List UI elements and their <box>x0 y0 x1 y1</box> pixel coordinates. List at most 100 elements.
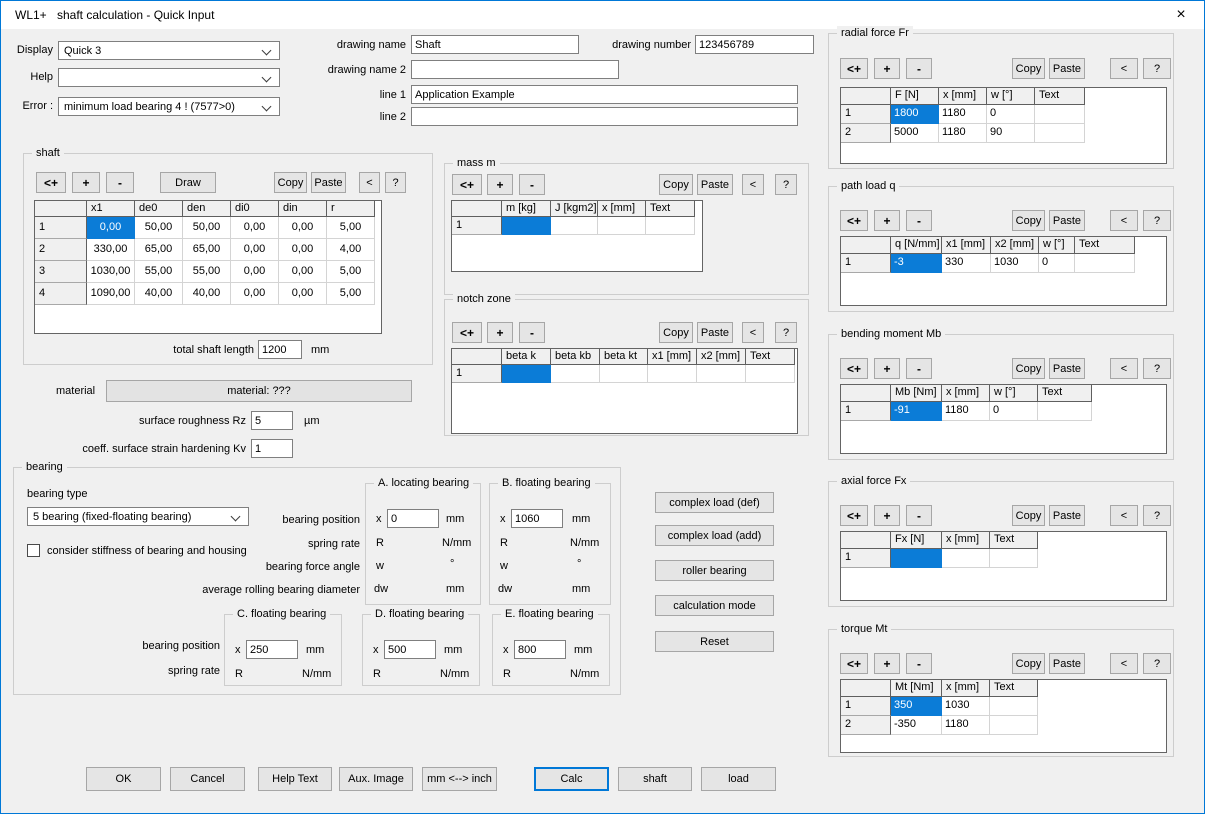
column-header-cell[interactable]: Mt [Nm] <box>891 680 942 697</box>
copy-button[interactable]: Copy <box>1012 210 1045 231</box>
table-cell[interactable]: -350 <box>891 716 942 735</box>
paste-button[interactable]: Paste <box>1049 210 1085 231</box>
add-row-button[interactable]: + <box>874 58 900 79</box>
column-header-cell[interactable]: w [°] <box>1039 237 1075 254</box>
table-cell[interactable] <box>502 217 551 235</box>
table-cell[interactable]: 1180 <box>942 716 990 735</box>
column-header-cell[interactable] <box>841 680 891 697</box>
mm-inch-button[interactable]: mm <--> inch <box>422 767 497 791</box>
table-cell[interactable]: 0,00 <box>231 261 279 283</box>
table-cell[interactable] <box>1038 402 1092 421</box>
table-cell[interactable]: 330,00 <box>87 239 135 261</box>
table-cell[interactable]: 1800 <box>891 105 939 124</box>
reset-button[interactable]: Reset <box>655 631 774 652</box>
prev-button[interactable]: < <box>1110 653 1138 674</box>
table-cell[interactable]: 40,00 <box>135 283 183 305</box>
column-header-cell[interactable] <box>452 201 502 217</box>
prev-button[interactable]: < <box>742 322 764 343</box>
copy-button[interactable]: Copy <box>1012 653 1045 674</box>
table-cell[interactable]: 0,00 <box>279 283 327 305</box>
column-header-cell[interactable]: beta k <box>502 349 551 365</box>
help-button[interactable]: ? <box>385 172 406 193</box>
help-button[interactable]: ? <box>1143 58 1171 79</box>
prev-button[interactable]: < <box>1110 210 1138 231</box>
row-header-cell[interactable]: 1 <box>452 365 502 383</box>
table-cell[interactable] <box>990 716 1038 735</box>
column-header-cell[interactable]: r <box>327 201 375 217</box>
remove-row-button[interactable]: - <box>519 174 545 195</box>
table-cell[interactable]: 1030,00 <box>87 261 135 283</box>
add-row-button[interactable]: + <box>874 210 900 231</box>
paste-button[interactable]: Paste <box>311 172 346 193</box>
column-header-cell[interactable]: x1 [mm] <box>942 237 991 254</box>
column-header-cell[interactable]: x [mm] <box>939 88 987 105</box>
column-header-cell[interactable]: x [mm] <box>942 385 990 402</box>
column-header-cell[interactable]: Mb [Nm] <box>891 385 942 402</box>
table-cell[interactable] <box>646 217 695 235</box>
table-cell[interactable]: 50,00 <box>135 217 183 239</box>
table-cell[interactable]: -3 <box>891 254 942 273</box>
bearing-c-position-input[interactable] <box>246 640 298 659</box>
column-header-cell[interactable]: x2 [mm] <box>697 349 746 365</box>
table-cell[interactable]: 0,00 <box>87 217 135 239</box>
calculation-mode-button[interactable]: calculation mode <box>655 595 774 616</box>
table-cell[interactable] <box>990 697 1038 716</box>
column-header-cell[interactable]: q [N/mm] <box>891 237 942 254</box>
table-cell[interactable]: 5,00 <box>327 283 375 305</box>
table-cell[interactable] <box>1075 254 1135 273</box>
table-cell[interactable] <box>551 365 600 383</box>
column-header-cell[interactable]: x [mm] <box>598 201 646 217</box>
table-cell[interactable] <box>648 365 697 383</box>
insert-row-button[interactable]: <+ <box>840 505 868 526</box>
remove-row-button[interactable]: - <box>106 172 134 193</box>
insert-row-button[interactable]: <+ <box>840 653 868 674</box>
table-cell[interactable]: 1090,00 <box>87 283 135 305</box>
consider-stiffness-checkbox[interactable] <box>27 544 40 557</box>
table-cell[interactable] <box>600 365 648 383</box>
column-header-cell[interactable] <box>841 532 891 549</box>
table-cell[interactable] <box>1035 124 1085 143</box>
draw-button[interactable]: Draw <box>160 172 216 193</box>
help-button[interactable]: ? <box>775 174 797 195</box>
column-header-cell[interactable]: x1 [mm] <box>648 349 697 365</box>
bearing-a-position-input[interactable] <box>387 509 439 528</box>
copy-button[interactable]: Copy <box>659 322 693 343</box>
column-header-cell[interactable]: Text <box>990 532 1038 549</box>
remove-row-button[interactable]: - <box>906 505 932 526</box>
table-cell[interactable]: 0,00 <box>231 239 279 261</box>
column-header-cell[interactable]: Text <box>990 680 1038 697</box>
table-cell[interactable]: 55,00 <box>135 261 183 283</box>
column-header-cell[interactable] <box>841 237 891 254</box>
help-button[interactable]: ? <box>1143 358 1171 379</box>
load-button[interactable]: load <box>701 767 776 791</box>
paste-button[interactable]: Paste <box>697 174 733 195</box>
table-cell[interactable]: 0,00 <box>279 261 327 283</box>
table-cell[interactable]: 50,00 <box>183 217 231 239</box>
row-header-cell[interactable]: 1 <box>35 217 87 239</box>
column-header-cell[interactable]: din <box>279 201 327 217</box>
row-header-cell[interactable]: 1 <box>841 549 891 568</box>
table-cell[interactable]: 5,00 <box>327 217 375 239</box>
row-header-cell[interactable]: 1 <box>841 254 891 273</box>
copy-button[interactable]: Copy <box>1012 58 1045 79</box>
prev-button[interactable]: < <box>1110 505 1138 526</box>
row-header-cell[interactable]: 1 <box>841 105 891 124</box>
row-header-cell[interactable]: 1 <box>841 402 891 421</box>
column-header-cell[interactable]: m [kg] <box>502 201 551 217</box>
strain-hardening-input[interactable] <box>251 439 293 458</box>
table-cell[interactable]: 0 <box>1039 254 1075 273</box>
copy-button[interactable]: Copy <box>1012 358 1045 379</box>
column-header-cell[interactable]: J [kgm2] <box>551 201 598 217</box>
help-text-button[interactable]: Help Text <box>258 767 332 791</box>
paste-button[interactable]: Paste <box>1049 653 1085 674</box>
ok-button[interactable]: OK <box>86 767 161 791</box>
add-row-button[interactable]: + <box>874 358 900 379</box>
column-header-cell[interactable]: beta kt <box>600 349 648 365</box>
error-dropdown[interactable]: minimum load bearing 4 ! (7577>0) <box>58 97 280 116</box>
table-cell[interactable]: 0 <box>990 402 1038 421</box>
display-dropdown[interactable]: Quick 3 <box>58 41 280 60</box>
insert-row-button[interactable]: <+ <box>36 172 66 193</box>
row-header-cell[interactable]: 3 <box>35 261 87 283</box>
copy-button[interactable]: Copy <box>274 172 307 193</box>
column-header-cell[interactable]: x [mm] <box>942 680 990 697</box>
